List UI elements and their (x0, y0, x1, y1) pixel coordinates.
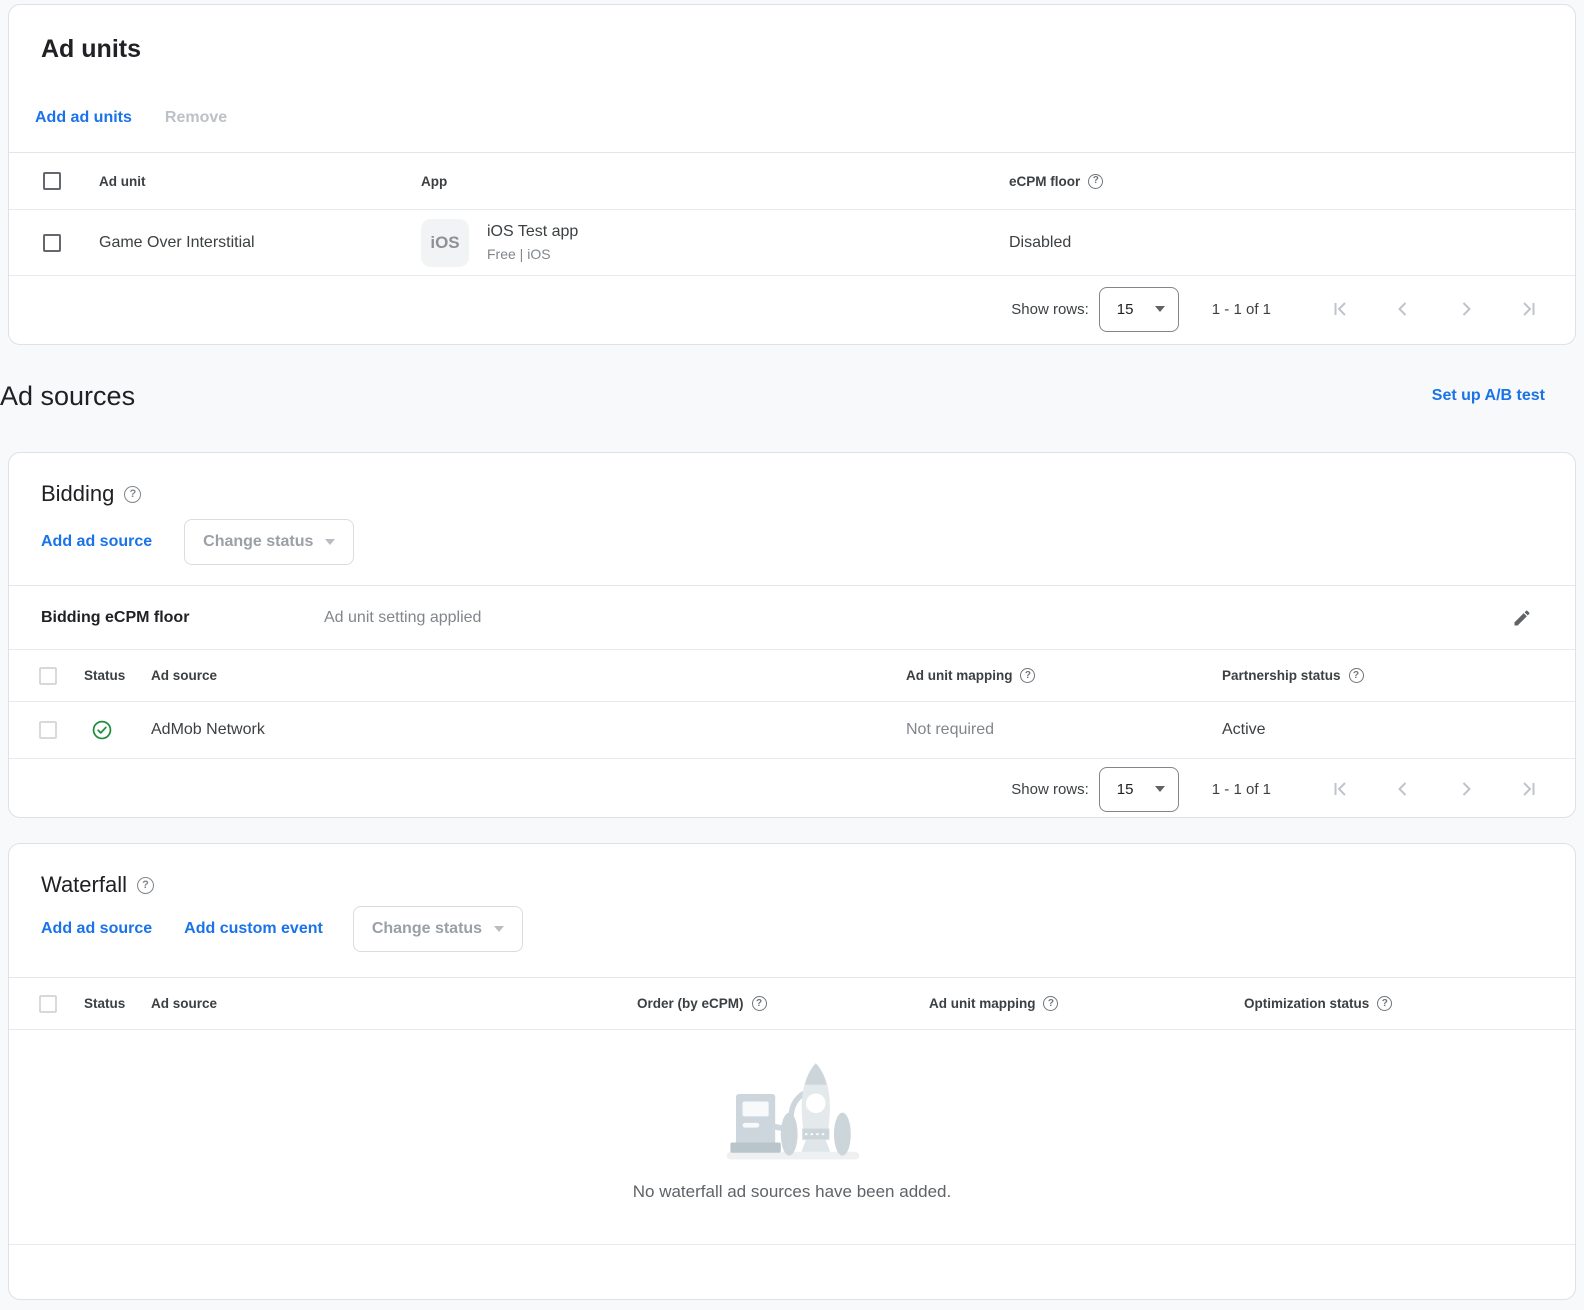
bidding-ecpm-floor-value: Ad unit setting applied (324, 609, 1512, 627)
previous-page-icon[interactable] (1391, 777, 1415, 801)
show-rows-label: Show rows: (1011, 301, 1089, 318)
bidding-ad-source-row[interactable]: AdMob Network Not required Active (9, 702, 1575, 759)
dropdown-caret-icon (1155, 306, 1165, 312)
column-app: App (421, 174, 1009, 189)
bidding-row-checkbox[interactable] (39, 721, 57, 739)
add-ad-units-button[interactable]: Add ad units (35, 109, 132, 127)
column-order-by-ecpm: Order (by eCPM) ? (637, 996, 929, 1011)
ad-sources-title: Ad sources (0, 381, 135, 412)
status-active-icon (79, 719, 151, 741)
ecpm-floor-value: Disabled (1009, 234, 1575, 252)
select-all-bidding-checkbox[interactable] (39, 667, 57, 685)
pager (1328, 297, 1541, 321)
help-icon[interactable]: ? (124, 486, 141, 503)
waterfall-title: Waterfall (41, 872, 127, 898)
first-page-icon[interactable] (1328, 297, 1352, 321)
help-icon[interactable]: ? (752, 996, 767, 1011)
ad-unit-name: Game Over Interstitial (99, 234, 421, 252)
next-page-icon[interactable] (1454, 777, 1478, 801)
bidding-ecpm-floor-row: Bidding eCPM floor Ad unit setting appli… (9, 586, 1575, 650)
last-page-icon[interactable] (1517, 297, 1541, 321)
add-custom-event-button[interactable]: Add custom event (184, 920, 323, 938)
app-name: iOS Test app (487, 222, 578, 242)
show-rows-label: Show rows: (1011, 781, 1089, 798)
bidding-card: Bidding ? Add ad source Change status Bi… (8, 452, 1576, 818)
column-ecpm-floor: eCPM floor ? (1009, 174, 1575, 189)
app-icon: iOS (421, 219, 469, 267)
ad-units-toolbar: Add ad units Remove (9, 63, 1575, 153)
bidding-table-header: Status Ad source Ad unit mapping ? Partn… (9, 650, 1575, 702)
column-ad-unit: Ad unit (99, 174, 421, 189)
bidding-pagination: Show rows: 15 1 - 1 of 1 (9, 759, 1575, 818)
last-page-icon[interactable] (1517, 777, 1541, 801)
column-ad-unit-mapping: Ad unit mapping ? (929, 996, 1244, 1011)
select-all-ad-units-checkbox[interactable] (43, 172, 61, 190)
ad-units-card: Ad units Add ad units Remove Ad unit App… (8, 4, 1576, 345)
rocket-fuel-illustration (717, 1052, 867, 1164)
dropdown-caret-icon (1155, 786, 1165, 792)
ad-unit-row[interactable]: Game Over Interstitial iOS iOS Test app … (9, 210, 1575, 276)
bidding-ad-unit-mapping-value: Not required (906, 721, 1222, 739)
remove-button[interactable]: Remove (165, 109, 227, 127)
app-cell: iOS iOS Test app Free | iOS (421, 219, 1009, 267)
bidding-ad-source-name: AdMob Network (151, 721, 906, 739)
waterfall-footer (9, 1245, 1575, 1299)
setup-ab-test-link[interactable]: Set up A/B test (1432, 387, 1545, 405)
help-icon[interactable]: ? (1088, 174, 1103, 189)
app-meta: Free | iOS (487, 245, 578, 263)
column-partnership-status: Partnership status ? (1222, 668, 1575, 683)
help-icon[interactable]: ? (1020, 668, 1035, 683)
previous-page-icon[interactable] (1391, 297, 1415, 321)
first-page-icon[interactable] (1328, 777, 1352, 801)
rows-per-page-select[interactable]: 15 (1099, 287, 1179, 332)
ad-unit-row-checkbox[interactable] (43, 234, 61, 252)
ad-units-title: Ad units (41, 35, 1543, 63)
bidding-title: Bidding (41, 481, 114, 507)
waterfall-change-status-button[interactable]: Change status (353, 906, 523, 952)
waterfall-add-ad-source-button[interactable]: Add ad source (41, 920, 152, 938)
waterfall-table-header: Status Ad source Order (by eCPM) ? Ad un… (9, 978, 1575, 1030)
page-range: 1 - 1 of 1 (1212, 301, 1271, 318)
pager (1328, 777, 1541, 801)
select-all-waterfall-checkbox[interactable] (39, 995, 57, 1013)
ad-units-pagination: Show rows: 15 1 - 1 of 1 (9, 276, 1575, 342)
bidding-add-ad-source-button[interactable]: Add ad source (41, 533, 152, 551)
column-ad-source: Ad source (151, 668, 906, 683)
bidding-ecpm-floor-label: Bidding eCPM floor (41, 609, 324, 627)
column-status: Status (79, 996, 151, 1011)
help-icon[interactable]: ? (1349, 668, 1364, 683)
waterfall-card: Waterfall ? Add ad source Add custom eve… (8, 843, 1576, 1300)
dropdown-caret-icon (325, 539, 335, 545)
help-icon[interactable]: ? (1043, 996, 1058, 1011)
column-status: Status (79, 668, 151, 683)
column-ad-source: Ad source (151, 996, 637, 1011)
edit-pencil-icon[interactable] (1512, 608, 1532, 628)
column-optimization-status: Optimization status ? (1244, 996, 1575, 1011)
waterfall-empty-message: No waterfall ad sources have been added. (633, 1182, 951, 1202)
help-icon[interactable]: ? (137, 877, 154, 894)
column-ad-unit-mapping: Ad unit mapping ? (906, 668, 1222, 683)
next-page-icon[interactable] (1454, 297, 1478, 321)
waterfall-empty-state: No waterfall ad sources have been added. (9, 1030, 1575, 1245)
page-range: 1 - 1 of 1 (1212, 781, 1271, 798)
ad-sources-section-header: Ad sources Set up A/B test (0, 374, 1545, 418)
rows-per-page-select[interactable]: 15 (1099, 767, 1179, 812)
ad-units-table-header: Ad unit App eCPM floor ? (9, 153, 1575, 210)
bidding-partnership-status-value: Active (1222, 721, 1575, 739)
bidding-change-status-button[interactable]: Change status (184, 519, 354, 565)
waterfall-toolbar: Add ad source Add custom event Change st… (9, 898, 1575, 978)
dropdown-caret-icon (494, 926, 504, 932)
help-icon[interactable]: ? (1377, 996, 1392, 1011)
bidding-toolbar: Add ad source Change status (9, 507, 1575, 586)
